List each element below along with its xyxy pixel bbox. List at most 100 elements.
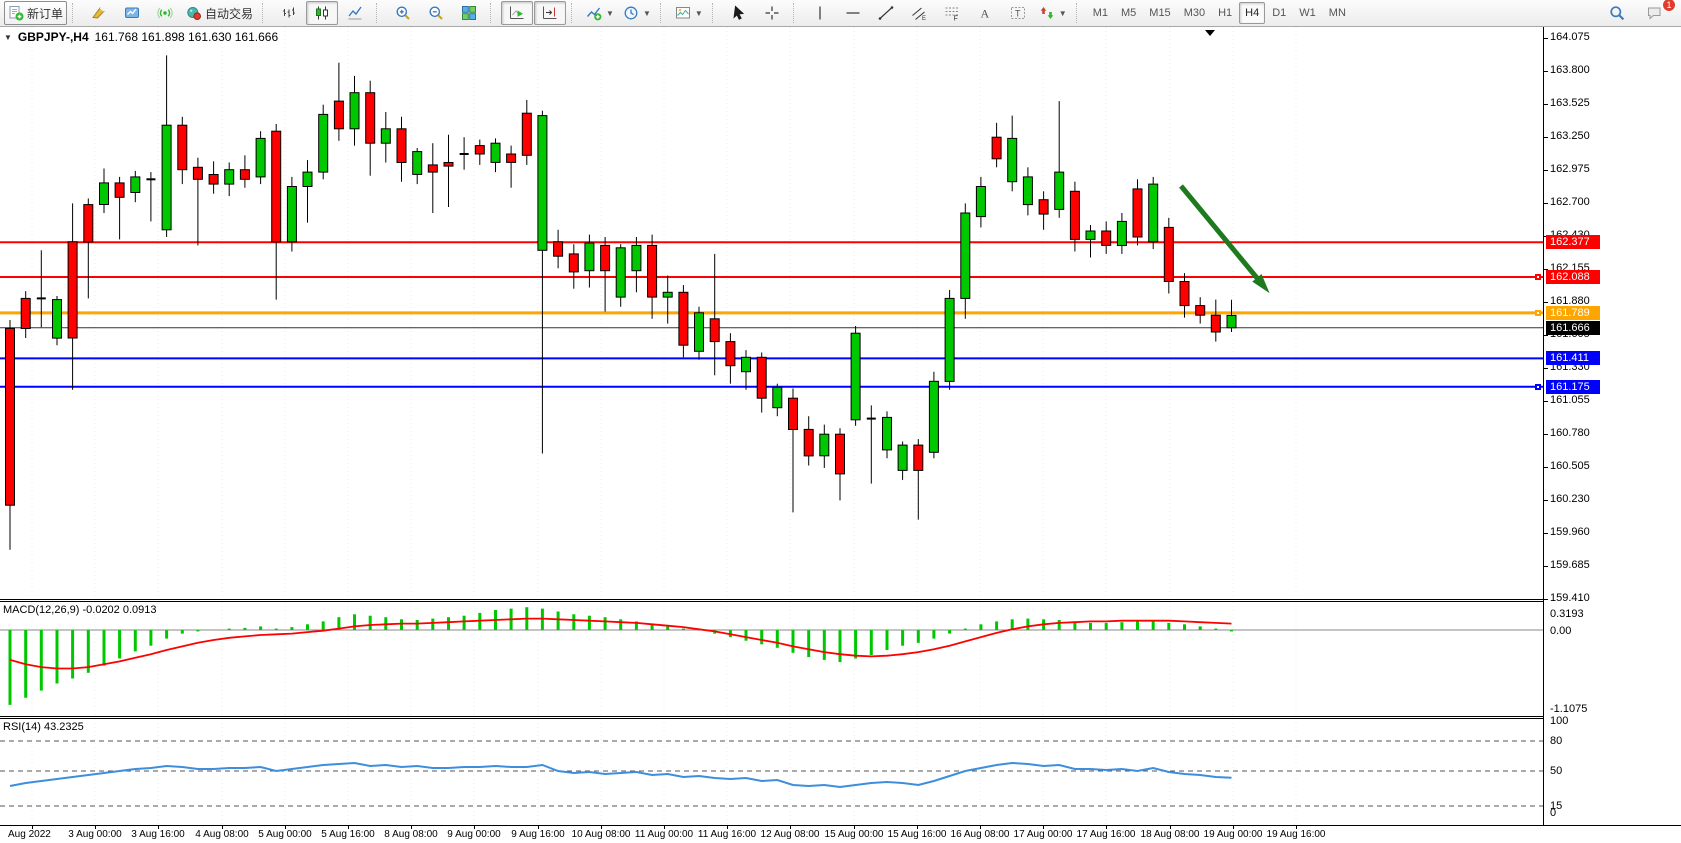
market-watch-button[interactable] xyxy=(116,1,148,25)
time-label: 17 Aug 00:00 xyxy=(1014,829,1073,840)
chart-shift-button[interactable] xyxy=(534,1,566,25)
templates-button[interactable]: ▼ xyxy=(671,1,707,25)
symbol-dropdown-icon[interactable]: ▼ xyxy=(4,33,12,42)
axis-tick-mark xyxy=(1544,467,1548,468)
periods-clock-icon xyxy=(623,5,639,21)
vertical-line-icon xyxy=(812,5,828,21)
indicators-button[interactable]: ▼ xyxy=(582,1,618,25)
chisel-tool-button[interactable] xyxy=(83,1,115,25)
tile-windows-button[interactable] xyxy=(453,1,485,25)
zoom-in-button[interactable] xyxy=(387,1,419,25)
notification-badge: 1 xyxy=(1662,0,1676,12)
timeframe-w1-button[interactable]: W1 xyxy=(1293,2,1322,24)
time-label: 15 Aug 16:00 xyxy=(888,829,947,840)
auto-scroll-button[interactable] xyxy=(501,1,533,25)
toolbar-separator xyxy=(660,3,667,23)
fibonacci-button[interactable]: F xyxy=(936,1,968,25)
search-button[interactable] xyxy=(1601,1,1633,25)
axis-tick-mark xyxy=(1544,137,1548,138)
arrows-icon xyxy=(1039,5,1055,21)
signals-icon xyxy=(157,5,173,21)
notifications-button[interactable]: 1 xyxy=(1639,1,1671,25)
current-price-badge: 161.666 xyxy=(1546,321,1600,335)
line-chart-mode-button[interactable] xyxy=(339,1,371,25)
time-label: 17 Aug 16:00 xyxy=(1077,829,1136,840)
indicators-icon xyxy=(586,5,602,21)
time-label: 5 Aug 16:00 xyxy=(321,829,374,840)
arrows-button[interactable]: ▼ xyxy=(1035,1,1071,25)
signals-button[interactable] xyxy=(149,1,181,25)
toolbar-separator xyxy=(72,3,79,23)
time-axis[interactable]: Aug 20223 Aug 00:003 Aug 16:004 Aug 08:0… xyxy=(0,825,1681,843)
time-label: 19 Aug 00:00 xyxy=(1204,829,1263,840)
new-order-button[interactable]: 新订单 xyxy=(4,1,67,25)
crosshair-button[interactable] xyxy=(756,1,788,25)
timeframe-h1-button[interactable]: H1 xyxy=(1212,2,1238,24)
time-label: 5 Aug 00:00 xyxy=(258,829,311,840)
auto-scroll-icon xyxy=(509,5,525,21)
axis-tick-mark xyxy=(1544,104,1548,105)
level-end-marker xyxy=(1535,384,1541,390)
text-tool-button[interactable]: A xyxy=(969,1,1001,25)
text-label-icon: T xyxy=(1010,5,1026,21)
rsi-tick-label: 100 xyxy=(1550,715,1568,727)
rsi-pane-canvas[interactable] xyxy=(0,719,1543,826)
toolbar-separator xyxy=(376,3,383,23)
price-tick-label: 162.700 xyxy=(1550,196,1590,208)
time-label: 18 Aug 08:00 xyxy=(1141,829,1200,840)
timeframe-mn-button[interactable]: MN xyxy=(1323,2,1352,24)
market-watch-icon xyxy=(124,5,140,21)
grid-lines xyxy=(32,719,1296,826)
horizontal-line-icon xyxy=(845,5,861,21)
axis-tick-mark xyxy=(1544,500,1548,501)
time-label: 3 Aug 16:00 xyxy=(131,829,184,840)
auto-trading-button[interactable]: 自动交易 xyxy=(182,1,257,25)
toolbar-separator xyxy=(712,3,719,23)
price-axis[interactable]: 164.075163.800163.525163.250162.975162.7… xyxy=(1543,27,1681,826)
timeframe-m15-button[interactable]: M15 xyxy=(1143,2,1176,24)
macd-pane-canvas[interactable] xyxy=(0,602,1543,716)
new-order-icon xyxy=(8,5,24,21)
trend-line-button[interactable] xyxy=(870,1,902,25)
periods-button[interactable]: ▼ xyxy=(619,1,655,25)
time-label: 11 Aug 16:00 xyxy=(698,829,756,840)
level-price-badge: 162.088 xyxy=(1546,270,1600,284)
svg-text:T: T xyxy=(1015,9,1021,19)
axis-tick-mark xyxy=(1544,434,1548,435)
rsi-tick-label: 50 xyxy=(1550,765,1562,777)
candlestick-mode-button[interactable] xyxy=(306,1,338,25)
axis-tick-mark xyxy=(1544,302,1548,303)
zoom-out-button[interactable] xyxy=(420,1,452,25)
line-chart-icon xyxy=(347,5,363,21)
svg-text:E: E xyxy=(922,16,926,21)
level-price-badge: 161.411 xyxy=(1546,351,1600,365)
time-label: Aug 2022 xyxy=(8,829,51,840)
horizontal-line-button[interactable] xyxy=(837,1,869,25)
chevron-down-icon: ▼ xyxy=(606,9,614,18)
timeframe-m30-button[interactable]: M30 xyxy=(1178,2,1211,24)
horizontal-level-lines[interactable] xyxy=(0,242,1543,387)
equidistant-channel-button[interactable]: E xyxy=(903,1,935,25)
text-label-button[interactable]: T xyxy=(1002,1,1034,25)
timeframe-d1-button[interactable]: D1 xyxy=(1266,2,1292,24)
price-tick-label: 163.250 xyxy=(1550,130,1590,142)
timeframe-h4-button[interactable]: H4 xyxy=(1239,2,1265,24)
toolbar-separator xyxy=(490,3,497,23)
timeframe-toolbar: M1M5M15M30H1H4D1W1MN xyxy=(1087,2,1352,24)
chart-area[interactable]: ▼ GBPJPY-,H4 161.768 161.898 161.630 161… xyxy=(0,27,1681,843)
price-tick-label: 161.055 xyxy=(1550,394,1590,406)
cursor-button[interactable] xyxy=(723,1,755,25)
search-icon xyxy=(1609,5,1625,21)
chevron-down-icon: ▼ xyxy=(1059,9,1067,18)
vertical-line-button[interactable] xyxy=(804,1,836,25)
candles xyxy=(6,55,1237,549)
price-chart-canvas[interactable] xyxy=(0,27,1543,599)
rsi-indicator-label: RSI(14) 43.2325 xyxy=(3,721,84,733)
timeframe-m5-button[interactable]: M5 xyxy=(1115,2,1142,24)
chart-shift-icon xyxy=(542,5,558,21)
axis-tick-mark xyxy=(1544,368,1548,369)
time-label: 11 Aug 00:00 xyxy=(635,829,693,840)
chisel-icon xyxy=(91,5,107,21)
timeframe-m1-button[interactable]: M1 xyxy=(1087,2,1114,24)
bar-chart-mode-button[interactable] xyxy=(273,1,305,25)
